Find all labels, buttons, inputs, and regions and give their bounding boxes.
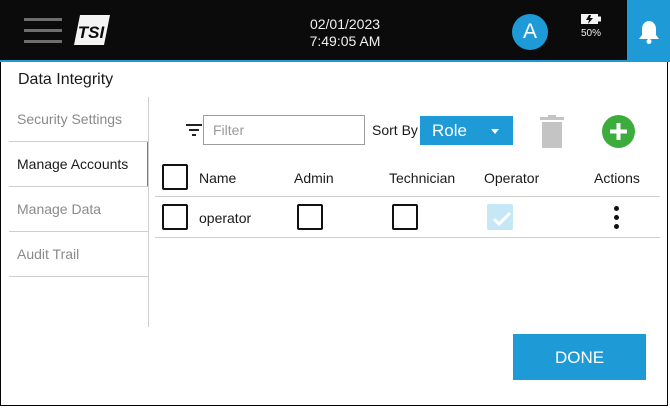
select-all-checkbox[interactable] [162,164,188,190]
sidebar: Security Settings Manage Accounts Manage… [9,97,149,327]
sort-select-value: Role [432,121,467,140]
page-title: Data Integrity [18,71,114,88]
battery-icon [581,14,601,24]
row-name: operator [199,210,252,226]
sidebar-item-security-settings[interactable]: Security Settings [9,97,148,142]
table-header-divider [155,196,660,197]
time-text: 7:49:05 AM [309,33,381,49]
logo-text: TSI [78,23,106,42]
notifications-button[interactable] [627,0,670,61]
table-row-divider [155,237,660,238]
tsi-logo: TSI [74,15,110,45]
operator-checkbox[interactable] [487,204,513,230]
done-button[interactable]: DONE [513,334,646,380]
column-header-technician: Technician [389,170,456,186]
admin-checkbox[interactable] [297,204,323,230]
sort-select[interactable]: Role [420,116,513,145]
datetime: 02/01/2023 7:49:05 AM [280,16,410,50]
sidebar-item-manage-accounts[interactable]: Manage Accounts [9,142,149,187]
sort-by-label: Sort By [372,122,418,138]
sidebar-item-audit-trail[interactable]: Audit Trail [9,232,148,277]
battery-percent: 50% [580,28,601,39]
filter-icon[interactable] [186,124,202,136]
checkmark-icon [493,211,511,227]
plus-icon [610,123,627,140]
avatar[interactable]: A [512,14,548,50]
sidebar-item-manage-data[interactable]: Manage Data [9,187,148,232]
column-header-actions: Actions [594,170,640,186]
bell-icon [639,21,659,44]
sidebar-divider [148,97,149,327]
top-bar: TSI 02/01/2023 7:49:05 AM A 50% [0,0,670,61]
topbar-accent-line [0,60,670,62]
menu-icon[interactable] [24,17,62,45]
row-select-checkbox[interactable] [162,204,188,230]
column-header-operator: Operator [484,170,540,186]
filter-input[interactable] [203,115,365,145]
kebab-icon[interactable] [612,206,622,230]
column-header-name: Name [199,170,237,186]
technician-checkbox[interactable] [392,204,418,230]
date-text: 02/01/2023 [309,16,381,32]
battery-status: 50% [571,13,611,51]
add-account-button[interactable] [602,115,635,148]
column-header-admin: Admin [294,170,334,186]
trash-icon[interactable] [540,115,564,149]
chevron-down-icon [491,129,499,134]
